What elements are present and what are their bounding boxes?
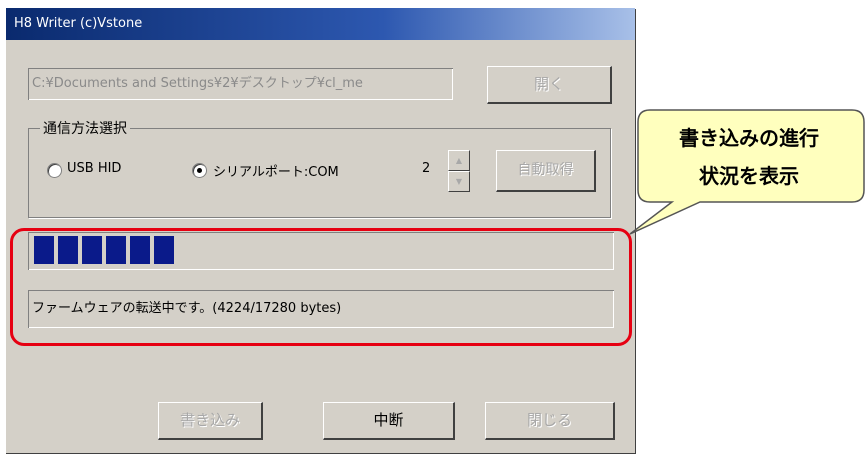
callout-line-2: 状況を表示 bbox=[699, 164, 799, 188]
callout-bubble bbox=[629, 109, 865, 235]
callout-line-1: 書き込みの進行 bbox=[679, 126, 819, 150]
